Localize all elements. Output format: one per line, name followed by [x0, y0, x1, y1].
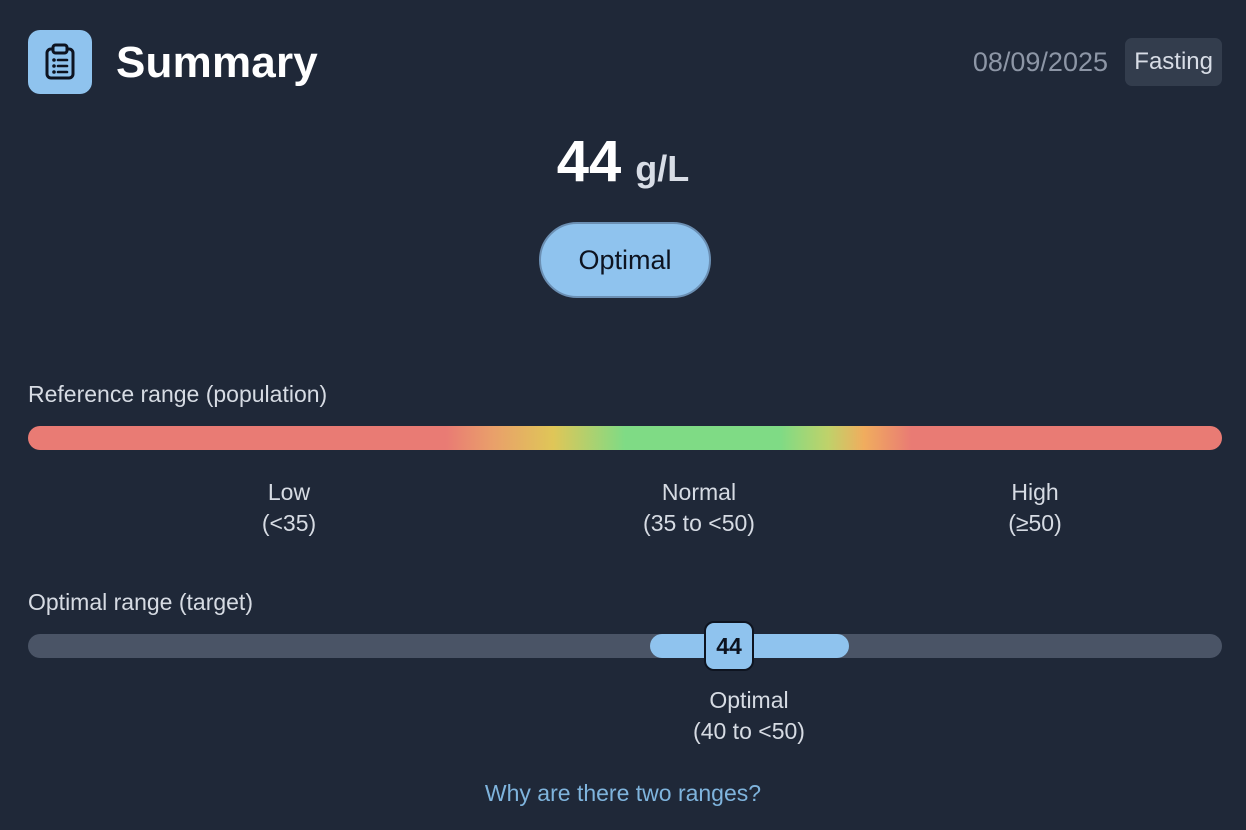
clipboard-icon: [28, 30, 92, 94]
range-label-high: High (≥50): [1008, 477, 1062, 539]
range-name-low: Low: [267, 479, 311, 505]
fasting-badge: Fasting: [1125, 38, 1222, 86]
optimal-range-track: [28, 634, 1222, 658]
value-marker: 44: [704, 621, 754, 671]
reference-range-bar: [28, 426, 1222, 450]
two-ranges-help-link[interactable]: Why are there two ranges?: [0, 780, 1246, 807]
range-value-normal: (35 to <50): [643, 510, 755, 536]
range-label-optimal: Optimal (40 to <50): [693, 685, 805, 747]
range-label-low: Low (<35): [262, 477, 316, 539]
range-value-optimal: (40 to <50): [693, 718, 805, 744]
range-name-optimal: Optimal: [709, 687, 789, 713]
range-name-normal: Normal: [661, 479, 737, 505]
result-value-row: 44 g/L: [0, 128, 1246, 195]
summary-card: Summary 08/09/2025 Fasting 44 g/L Optimal…: [0, 0, 1246, 830]
page-title: Summary: [116, 38, 318, 87]
optimal-range-label: Optimal range (target): [28, 589, 253, 615]
result-value: 44: [556, 129, 622, 194]
range-name-high: High: [1011, 479, 1059, 505]
reference-range-label: Reference range (population): [28, 381, 328, 407]
header: Summary 08/09/2025 Fasting: [28, 30, 1222, 94]
range-value-low: (<35): [261, 510, 317, 536]
result-unit: g/L: [635, 148, 690, 189]
status-pill: Optimal: [539, 222, 711, 298]
range-label-normal: Normal (35 to <50): [643, 477, 755, 539]
range-value-high: (≥50): [1008, 510, 1062, 536]
result-date: 08/09/2025: [972, 47, 1108, 77]
